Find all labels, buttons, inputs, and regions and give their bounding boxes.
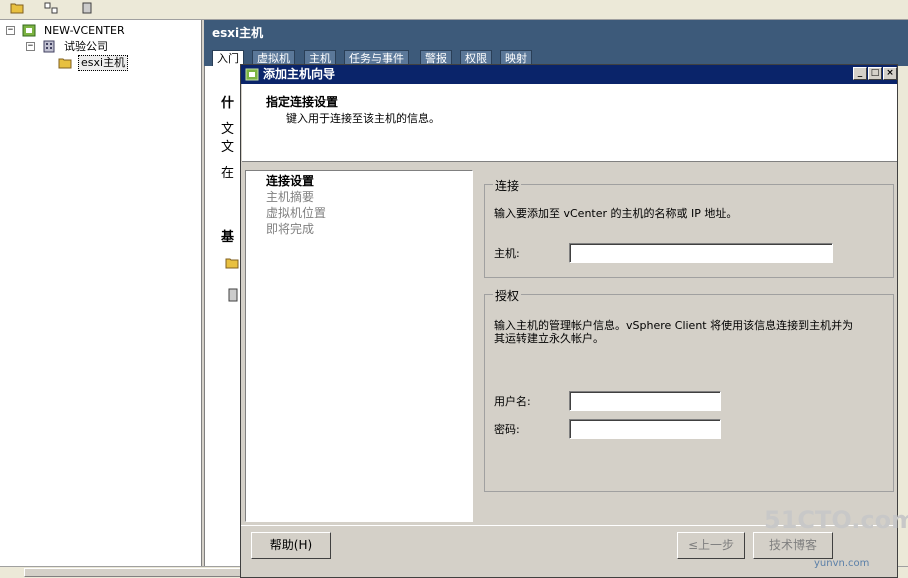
connection-description: 输入要添加至 vCenter 的主机的名称或 IP 地址。 xyxy=(494,207,738,220)
collapse-icon[interactable]: − xyxy=(6,26,15,35)
toolbar xyxy=(0,0,908,20)
folder-icon xyxy=(58,58,72,69)
step-ready-to-complete: 即将完成 xyxy=(266,222,315,236)
watermark-subtext: yunvn.com xyxy=(814,558,870,569)
password-input[interactable] xyxy=(569,419,721,439)
inventory-tree: − NEW-VCENTER − 试验公司 esxi主机 xyxy=(0,20,202,566)
tree-item-label: NEW-VCENTER xyxy=(44,24,125,37)
tree-item-label: 试验公司 xyxy=(64,40,108,53)
panel-title: esxi主机 xyxy=(204,20,908,46)
step-vm-location: 虚拟机位置 xyxy=(266,206,327,220)
banner-subtitle: 键入用于连接至该主机的信息。 xyxy=(286,112,440,125)
dialog-titlebar[interactable]: 添加主机向导 _ □ × xyxy=(241,65,897,84)
step-host-summary: 主机摘要 xyxy=(266,190,315,204)
authorization-group: 授权 输入主机的管理帐户信息。vSphere Client 将使用该信息连接到主… xyxy=(484,287,894,492)
host-input[interactable] xyxy=(569,243,833,263)
vcenter-icon xyxy=(245,68,259,81)
host-label: 主机: xyxy=(494,247,520,260)
bg-text: 在 xyxy=(221,166,235,181)
folder-icon xyxy=(225,258,239,269)
group-legend: 连接 xyxy=(493,177,522,194)
banner-title: 指定连接设置 xyxy=(266,95,339,109)
auth-description-line2: 其运转建立永久帐户。 xyxy=(494,332,604,345)
close-button[interactable]: × xyxy=(883,67,897,80)
collapse-icon[interactable]: − xyxy=(26,42,35,51)
step-connection-settings[interactable]: 连接设置 xyxy=(266,173,314,189)
password-label: 密码: xyxy=(494,423,520,436)
vsphere-client-window: − NEW-VCENTER − 试验公司 esxi主机 esxi主机 入门 虚拟… xyxy=(0,0,908,578)
tab-bar: 入门 虚拟机 主机 任务与事件 警报 权限 映射 xyxy=(204,46,908,66)
connection-group: 连接 输入要添加至 vCenter 的主机的名称或 IP 地址。 主机: xyxy=(484,177,894,278)
dialog-title: 添加主机向导 xyxy=(263,67,336,81)
network-icon[interactable] xyxy=(44,2,58,14)
username-input[interactable] xyxy=(569,391,721,411)
bg-heading: 基 xyxy=(221,230,235,245)
datacenter-icon xyxy=(43,40,55,53)
getting-started-content: 什 文 文 在 基 xyxy=(204,66,242,566)
username-label: 用户名: xyxy=(494,395,531,408)
next-button[interactable]: 技术博客 xyxy=(753,532,833,559)
datastore-icon[interactable] xyxy=(80,2,94,14)
tree-item-label: esxi主机 xyxy=(78,55,129,71)
bg-text: 文 xyxy=(221,122,235,137)
wizard-steps-list: 连接设置 主机摘要 虚拟机位置 即将完成 xyxy=(245,170,473,522)
bg-text: 文 xyxy=(221,140,235,155)
datastore-icon xyxy=(228,288,238,302)
folder-icon[interactable] xyxy=(10,2,24,14)
auth-description-line1: 输入主机的管理帐户信息。vSphere Client 将使用该信息连接到主机并为 xyxy=(494,319,854,332)
help-button[interactable]: 帮助(H) xyxy=(251,532,331,559)
group-legend: 授权 xyxy=(493,287,522,304)
minimize-button[interactable]: _ xyxy=(853,67,867,80)
bg-heading: 什 xyxy=(221,96,235,111)
wizard-banner: 指定连接设置 键入用于连接至该主机的信息。 xyxy=(242,84,897,162)
add-host-wizard-dialog: 添加主机向导 _ □ × 指定连接设置 键入用于连接至该主机的信息。 连接设置 … xyxy=(240,64,898,578)
watermark-text: 51CTO.com xyxy=(764,506,908,534)
maximize-button[interactable]: □ xyxy=(868,67,882,80)
back-button[interactable]: ≤上一步 xyxy=(677,532,745,559)
vcenter-icon xyxy=(22,24,36,37)
